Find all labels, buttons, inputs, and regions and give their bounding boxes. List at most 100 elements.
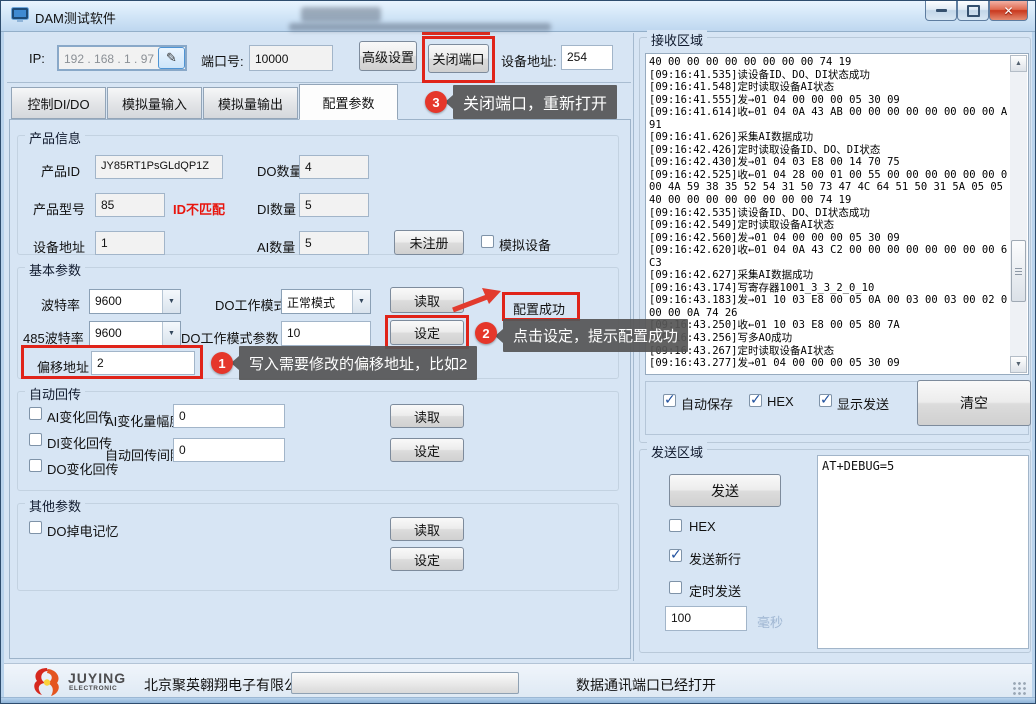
ai-delta-input[interactable]: 0 xyxy=(173,404,285,428)
tab-control-dido[interactable]: 控制DI/DO xyxy=(11,87,106,119)
company-name: 北京聚英翱翔电子有限公司 xyxy=(144,675,312,695)
app-window: DAM测试软件 ✕ IP: 192 . 168 . 1 . 97 ✎ 端口号: … xyxy=(0,0,1036,704)
show-send-checkbox[interactable]: ✓ xyxy=(819,394,832,407)
send-newline-checkbox[interactable]: ✓ xyxy=(669,549,682,562)
chevron-down-icon: ▼ xyxy=(162,290,180,313)
callout-step3-badge: 3 xyxy=(425,91,447,113)
resize-grip[interactable] xyxy=(1012,681,1026,695)
device-address-label: 设备地址: xyxy=(501,51,557,70)
ai-change-report-checkbox[interactable] xyxy=(29,407,42,420)
basic-params-title: 基本参数 xyxy=(25,260,85,279)
id-mismatch-warning: ID不匹配 xyxy=(173,199,225,218)
set-button-highlight xyxy=(385,315,469,349)
offset-label: 偏移地址 xyxy=(37,357,89,376)
other-params-title: 其他参数 xyxy=(25,496,85,515)
receive-log-box[interactable]: 40 00 00 00 00 00 00 00 00 74 19 [09:16:… xyxy=(645,53,1029,375)
scroll-up-icon: ▲ xyxy=(1015,60,1022,67)
window-title: DAM测试软件 xyxy=(35,8,116,27)
port-input[interactable]: 10000 xyxy=(249,45,333,71)
do-power-memory-checkbox[interactable] xyxy=(29,521,42,534)
title-bar[interactable]: DAM测试软件 ✕ xyxy=(1,1,1035,32)
send-input[interactable]: AT+DEBUG=5 xyxy=(817,455,1029,649)
receive-scrollbar[interactable]: ▲ ▼ xyxy=(1010,55,1027,373)
di-change-report-label: DI变化回传 xyxy=(47,433,112,452)
brand-subname: ELECTRONIC xyxy=(69,685,117,692)
red-arrow-annotation xyxy=(451,287,503,313)
scroll-up-button[interactable]: ▲ xyxy=(1010,55,1027,72)
chevron-down-icon: ▼ xyxy=(352,290,370,313)
do-count-value: 4 xyxy=(299,155,369,179)
auto-report-title: 自动回传 xyxy=(25,384,85,403)
close-icon: ✕ xyxy=(1003,4,1013,18)
device-address-input[interactable]: 254 xyxy=(561,45,613,70)
timed-send-checkbox[interactable] xyxy=(669,581,682,594)
divider xyxy=(7,82,631,83)
unregistered-button[interactable]: 未注册 xyxy=(394,230,464,255)
baud485-select[interactable]: 9600 ▼ xyxy=(89,321,181,346)
check-icon: ✓ xyxy=(750,391,762,408)
offset-input[interactable]: 2 xyxy=(91,351,195,375)
config-success-text: 配置成功 xyxy=(513,299,565,318)
product-id-value: JY85RT1PsGLdQP1Z xyxy=(95,155,223,179)
ai-delta-label: AI变化量幅度 xyxy=(105,411,182,430)
baud-select[interactable]: 9600 ▼ xyxy=(89,289,181,314)
maximize-button[interactable] xyxy=(957,1,989,21)
ai-change-report-label: AI变化回传 xyxy=(47,407,111,426)
do-count-label: DO数量 xyxy=(257,161,303,180)
tab-analog-output[interactable]: 模拟量输出 xyxy=(203,87,298,119)
show-send-label: 显示发送 xyxy=(837,394,889,413)
do-mode-label: DO工作模式 xyxy=(215,295,287,314)
auto-read-button[interactable]: 读取 xyxy=(390,404,464,428)
do-change-report-label: DO变化回传 xyxy=(47,459,119,478)
send-hex-checkbox[interactable] xyxy=(669,519,682,532)
ai-count-label: AI数量 xyxy=(257,237,295,256)
tab-analog-input[interactable]: 模拟量输入 xyxy=(107,87,202,119)
check-icon: ✓ xyxy=(664,391,676,408)
hex-display-checkbox[interactable]: ✓ xyxy=(749,394,762,407)
send-button[interactable]: 发送 xyxy=(669,474,781,507)
auto-interval-input[interactable]: 0 xyxy=(173,438,285,462)
do-power-memory-label: DO掉电记忆 xyxy=(47,521,119,540)
other-set-button[interactable]: 设定 xyxy=(390,547,464,571)
blurred-watermark xyxy=(289,23,551,31)
baud-value: 9600 xyxy=(95,294,122,308)
port-status-text: 数据通讯端口已经打开 xyxy=(576,675,716,695)
auto-save-label: 自动保存 xyxy=(681,394,733,413)
auto-save-checkbox[interactable]: ✓ xyxy=(663,394,676,407)
auto-set-button[interactable]: 设定 xyxy=(390,438,464,462)
do-change-report-checkbox[interactable] xyxy=(29,459,42,472)
di-change-report-checkbox[interactable] xyxy=(29,433,42,446)
other-read-button[interactable]: 读取 xyxy=(390,517,464,541)
maximize-icon xyxy=(967,5,980,17)
simulate-device-label: 模拟设备 xyxy=(499,235,551,254)
callout-step3-tooltip: 关闭端口，重新打开 xyxy=(453,85,617,119)
close-button[interactable]: ✕ xyxy=(989,1,1028,21)
baud-label: 波特率 xyxy=(41,295,80,314)
tab-config-params[interactable]: 配置参数 xyxy=(299,84,398,120)
check-icon: ✓ xyxy=(820,391,832,408)
brand-name: JUYING xyxy=(68,670,126,686)
advanced-settings-button[interactable]: 高级设置 xyxy=(359,41,417,71)
do-mode-select[interactable]: 正常模式 ▼ xyxy=(281,289,371,314)
scrollbar-thumb[interactable] xyxy=(1011,240,1026,302)
callout-step1-tooltip: 写入需要修改的偏移地址，比如2 xyxy=(239,346,477,380)
receive-log-text: 40 00 00 00 00 00 00 00 00 74 19 [09:16:… xyxy=(649,56,1007,370)
device-addr-label: 设备地址 xyxy=(33,237,85,256)
red-underline-decoration xyxy=(422,32,490,35)
simulate-device-checkbox[interactable] xyxy=(481,235,494,248)
timed-send-label: 定时发送 xyxy=(689,581,741,600)
clear-button[interactable]: 清空 xyxy=(917,380,1031,426)
minimize-button[interactable] xyxy=(925,1,957,21)
blurred-watermark xyxy=(301,7,381,22)
send-area-title: 发送区域 xyxy=(647,442,707,461)
window-bottom-frame xyxy=(1,697,1035,703)
do-mode-param-input[interactable]: 10 xyxy=(281,321,371,346)
product-model-label: 产品型号 xyxy=(33,199,85,218)
send-hex-label: HEX xyxy=(689,519,716,534)
scroll-down-button[interactable]: ▼ xyxy=(1010,356,1027,373)
edit-ip-button[interactable]: ✎ xyxy=(158,47,185,69)
minimize-icon xyxy=(936,9,947,12)
send-interval-input[interactable]: 100 xyxy=(665,606,747,631)
callout-step1-badge: 1 xyxy=(211,352,233,374)
app-icon xyxy=(11,7,29,28)
